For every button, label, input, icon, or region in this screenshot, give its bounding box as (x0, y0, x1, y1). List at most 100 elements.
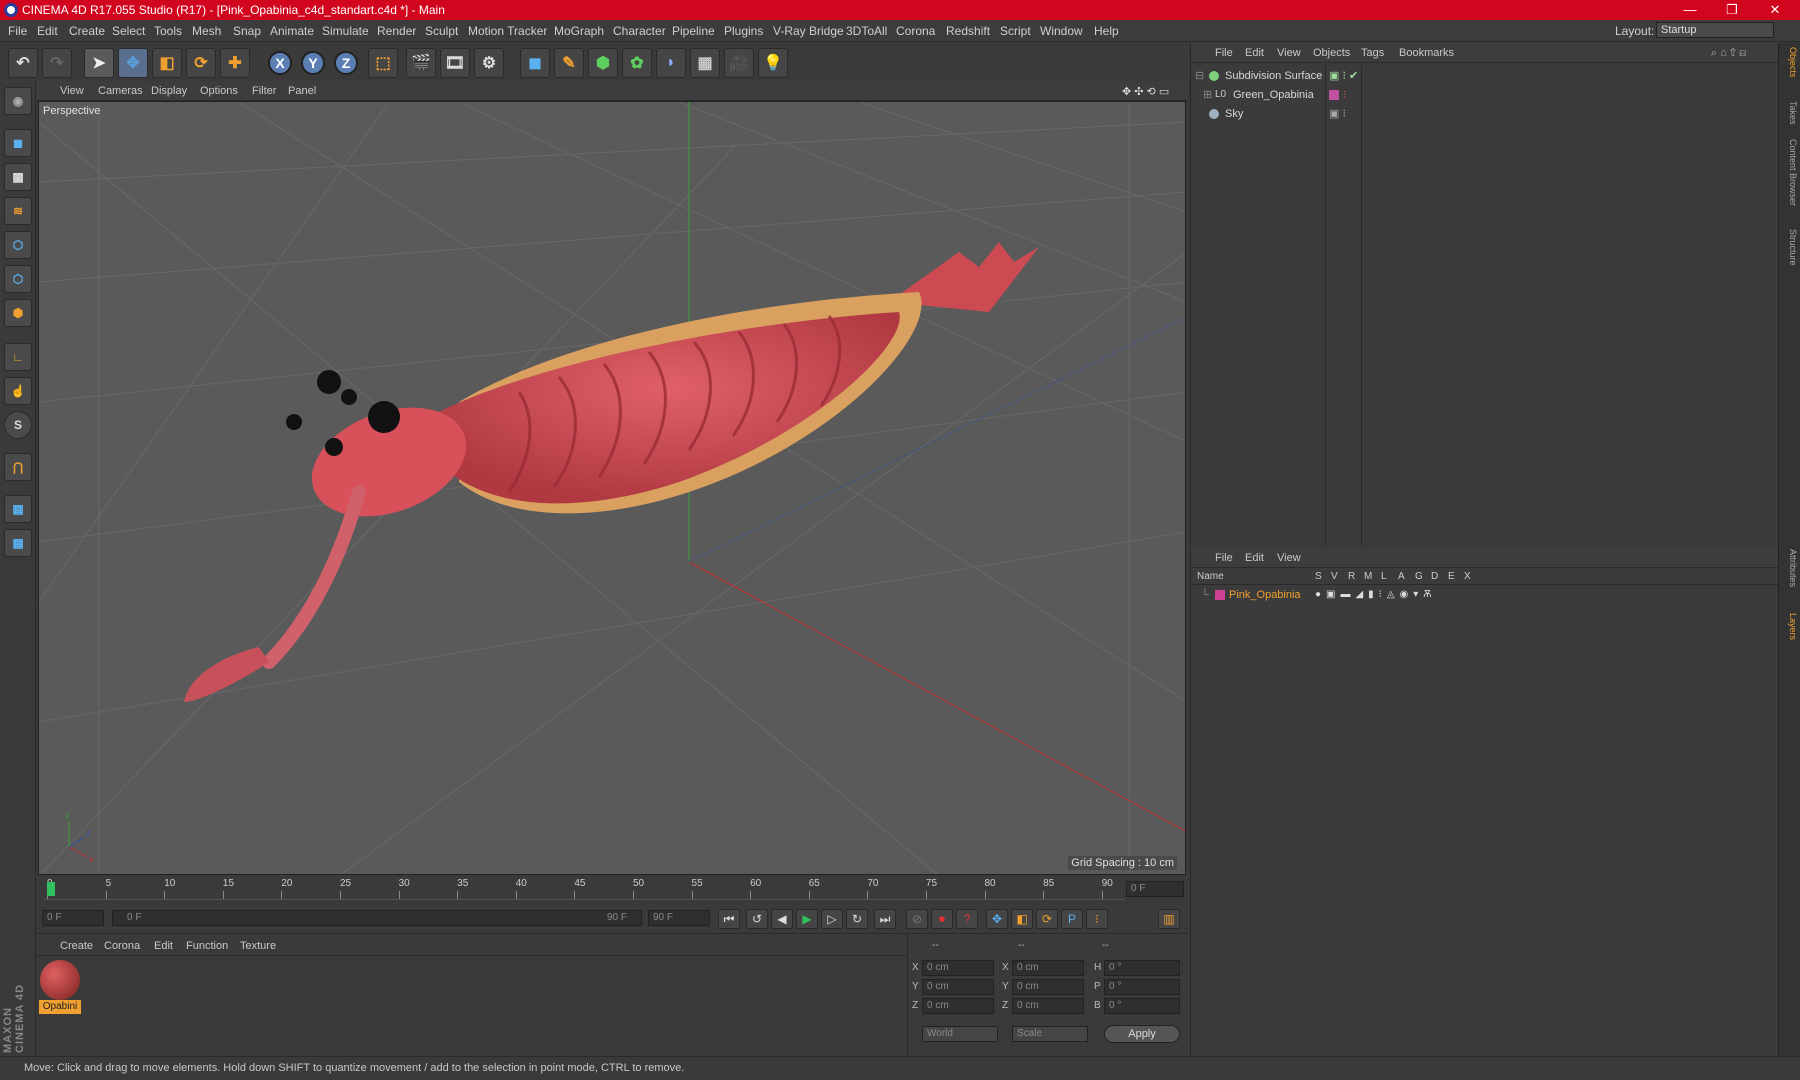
rotate-tool-icon[interactable]: ⟳ (186, 48, 216, 78)
tab-layers[interactable]: Layers (1782, 613, 1798, 640)
col-xref[interactable]: X (1464, 571, 1471, 582)
layer-toggle-icons[interactable]: ●▣▬◢▮⁝◬◉▾Ѫ (1315, 586, 1437, 604)
menu-mograph[interactable]: MoGraph (554, 24, 604, 38)
menu-file[interactable]: File (8, 24, 27, 38)
col-deformers[interactable]: D (1431, 571, 1438, 582)
coord-rot-p-field[interactable]: 0 ° (1104, 979, 1180, 995)
coord-pos-z-field[interactable]: 0 cm (922, 998, 994, 1014)
prev-key-icon[interactable]: ↺ (746, 909, 768, 929)
axis-mode-icon[interactable]: ∟ (4, 343, 32, 371)
layer-menu-file[interactable]: File (1215, 552, 1233, 564)
mat-menu-create[interactable]: Create (60, 940, 93, 952)
play-icon[interactable]: ▶ (796, 909, 818, 929)
layer-color-swatch[interactable] (1329, 90, 1339, 100)
coord-pos-x-field[interactable]: 0 cm (922, 960, 994, 976)
pen-spline-icon[interactable]: ✎ (554, 48, 584, 78)
render-view-icon[interactable]: 🎬 (406, 48, 436, 78)
vp-menu-cameras[interactable]: Cameras (98, 85, 143, 97)
close-button[interactable]: ✕ (1755, 0, 1795, 20)
menu-motion-tracker[interactable]: Motion Tracker (468, 24, 547, 38)
light-icon[interactable]: 💡 (758, 48, 788, 78)
workplane-icon[interactable]: ≋ (4, 197, 32, 225)
material-name[interactable]: Opabini (39, 1000, 81, 1014)
current-frame-field[interactable]: 0 F (1126, 881, 1184, 897)
menu-help[interactable]: Help (1094, 24, 1119, 38)
menu-script[interactable]: Script (1000, 24, 1031, 38)
col-solo[interactable]: S (1315, 571, 1322, 582)
menu-mesh[interactable]: Mesh (192, 24, 221, 38)
col-render[interactable]: R (1348, 571, 1355, 582)
menu-simulate[interactable]: Simulate (322, 24, 369, 38)
redo-icon[interactable]: ↷ (42, 48, 72, 78)
cube-object-icon[interactable]: ◼ (520, 48, 550, 78)
coordinate-system-icon[interactable]: ⬚ (368, 48, 398, 78)
obj-menu-edit[interactable]: Edit (1245, 47, 1264, 59)
key-parameter-icon[interactable]: P (1061, 909, 1083, 929)
mograph-cloner-icon[interactable]: ✿ (622, 48, 652, 78)
menu-edit[interactable]: Edit (37, 24, 58, 38)
next-frame-icon[interactable]: ▷ (821, 909, 843, 929)
menu-3dtoall[interactable]: 3DToAll (846, 24, 887, 38)
playhead[interactable] (47, 882, 55, 896)
vp-navigation-icons[interactable]: ✥ ✣ ⟲ ▭ (1122, 85, 1169, 98)
visibility-dots-icon[interactable]: ⁝ (1343, 86, 1347, 104)
tab-objects[interactable]: Objects (1782, 47, 1798, 78)
x-axis-lock-button[interactable]: X (268, 51, 292, 75)
z-axis-lock-button[interactable]: Z (334, 51, 358, 75)
timeline-ruler[interactable]: 051015202530354045505560657075808590 0 F (36, 876, 1188, 902)
coord-mode-world-dropdown[interactable]: World (922, 1026, 998, 1042)
select-arrow-icon[interactable]: ➤ (84, 48, 114, 78)
layer-menu-view[interactable]: View (1277, 552, 1301, 564)
go-to-start-icon[interactable]: ⏮ (718, 909, 740, 929)
model-mode-icon[interactable]: ◼ (4, 129, 32, 157)
minimize-button[interactable]: — (1670, 0, 1710, 20)
menu-sculpt[interactable]: Sculpt (425, 24, 458, 38)
tab-takes[interactable]: Takes (1782, 101, 1798, 125)
vp-menu-display[interactable]: Display (151, 85, 187, 97)
auto-key-icon[interactable]: ⏺ (931, 909, 953, 929)
visibility-toggle-icon[interactable]: ▣ ⁝ (1329, 105, 1346, 123)
prev-frame-icon[interactable]: ◀ (771, 909, 793, 929)
end-frame-field[interactable]: 90 F (648, 910, 710, 926)
object-row-green-opabinia[interactable]: ⊞ L0 Green_Opabinia ⁝ (1191, 86, 1778, 104)
mat-menu-function[interactable]: Function (186, 940, 228, 952)
layout-dropdown[interactable]: Startup (1656, 22, 1774, 38)
menu-animate[interactable]: Animate (270, 24, 314, 38)
menu-window[interactable]: Window (1040, 24, 1083, 38)
col-animation[interactable]: A (1398, 571, 1405, 582)
record-keys-icon[interactable]: ⊘ (906, 909, 928, 929)
menu-pipeline[interactable]: Pipeline (672, 24, 715, 38)
obj-menu-tags[interactable]: Tags (1361, 47, 1384, 59)
coord-size-z-field[interactable]: 0 cm (1012, 998, 1084, 1014)
polygons-mode-icon[interactable]: ⬢ (4, 299, 32, 327)
col-locked[interactable]: L (1381, 571, 1387, 582)
obj-menu-objects[interactable]: Objects (1313, 47, 1350, 59)
obj-search-icon[interactable]: ⌕ ⌂ ⇧ ⊟ (1711, 47, 1746, 60)
key-position-icon[interactable]: ✥ (986, 909, 1008, 929)
col-generators[interactable]: G (1415, 571, 1423, 582)
coord-size-x-field[interactable]: 0 cm (1012, 960, 1084, 976)
timeline-track[interactable]: 051015202530354045505560657075808590 (44, 878, 1124, 900)
transform-tool-icon[interactable]: ✚ (220, 48, 250, 78)
material-thumbnail[interactable] (40, 960, 80, 1000)
mat-menu-texture[interactable]: Texture (240, 940, 276, 952)
start-frame-field[interactable]: 0 F (42, 910, 104, 926)
coord-size-y-field[interactable]: 0 cm (1012, 979, 1084, 995)
snap-settings-icon[interactable]: S (4, 411, 32, 439)
vp-menu-panel[interactable]: Panel (288, 85, 316, 97)
tab-content-browser[interactable]: Content Browser (1782, 139, 1798, 206)
obj-menu-file[interactable]: File (1215, 47, 1233, 59)
obj-menu-bookmarks[interactable]: Bookmarks (1399, 47, 1454, 59)
coord-rot-h-field[interactable]: 0 ° (1104, 960, 1180, 976)
go-to-end-icon[interactable]: ⏭ (874, 909, 896, 929)
mat-menu-edit[interactable]: Edit (154, 940, 173, 952)
mat-menu-corona[interactable]: Corona (104, 940, 140, 952)
texture-mode-icon[interactable]: ▩ (4, 163, 32, 191)
edges-mode-icon[interactable]: ⬡ (4, 265, 32, 293)
y-axis-lock-button[interactable]: Y (301, 51, 325, 75)
render-picture-viewer-icon[interactable]: 🎞 (440, 48, 470, 78)
menu-select[interactable]: Select (112, 24, 145, 38)
layer-name[interactable]: Pink_Opabinia (1229, 586, 1301, 604)
menu-plugins[interactable]: Plugins (724, 24, 763, 38)
col-view[interactable]: V (1331, 571, 1338, 582)
